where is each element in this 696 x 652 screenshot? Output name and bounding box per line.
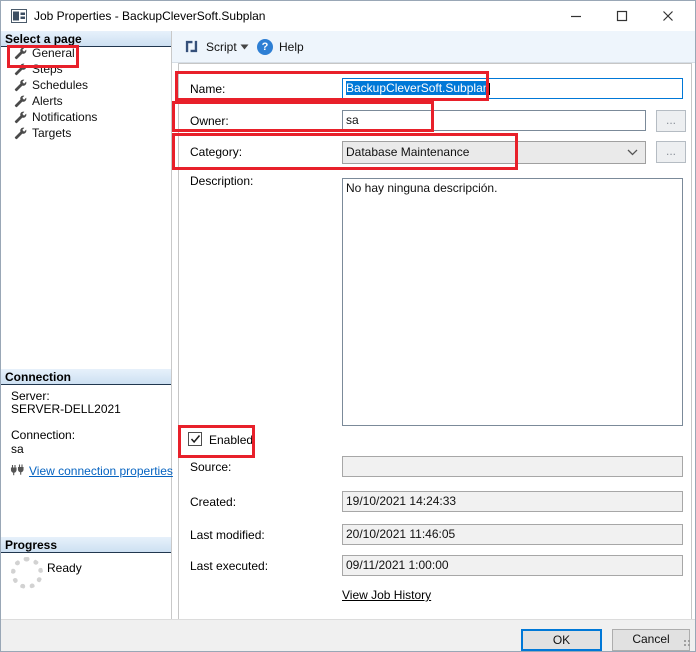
- sidebar-item-label: Steps: [32, 62, 63, 76]
- source-label: Source:: [190, 460, 231, 474]
- view-job-history-link[interactable]: View Job History: [342, 588, 431, 602]
- connection-label: Connection:: [11, 428, 75, 442]
- sidebar-item-general[interactable]: General: [1, 45, 169, 61]
- sidebar-item-steps[interactable]: Steps: [1, 61, 169, 77]
- enabled-label: Enabled: [209, 433, 253, 447]
- sidebar-item-alerts[interactable]: Alerts: [1, 93, 169, 109]
- owner-label: Owner:: [190, 114, 229, 128]
- category-label: Category:: [190, 145, 242, 159]
- maximize-icon: [616, 10, 628, 22]
- script-button[interactable]: Script: [184, 31, 237, 62]
- checkbox-check-icon: [190, 434, 201, 444]
- wrench-icon: [14, 95, 27, 108]
- toolbar: Script ? Help: [172, 31, 695, 63]
- last-modified-label: Last modified:: [190, 528, 265, 542]
- category-selected-value: Database Maintenance: [346, 145, 469, 159]
- progress-spinner-icon: [11, 557, 43, 589]
- window-title: Job Properties - BackupCleverSoft.Subpla…: [34, 9, 265, 23]
- view-connection-properties-link[interactable]: View connection properties: [29, 464, 173, 478]
- sidebar-divider: [171, 31, 172, 619]
- text-caret: [489, 83, 490, 95]
- last-executed-label: Last executed:: [190, 559, 268, 573]
- wrench-icon: [14, 63, 27, 76]
- sidebar-item-label: Notifications: [32, 110, 97, 124]
- script-icon: [184, 39, 199, 54]
- owner-browse-button[interactable]: ...: [656, 110, 686, 132]
- sidebar-item-label: Targets: [32, 126, 71, 140]
- minimize-icon: [570, 10, 582, 22]
- connection-plug-icon: [10, 464, 25, 477]
- progress-header: Progress: [1, 537, 171, 553]
- category-select[interactable]: Database Maintenance: [342, 141, 646, 164]
- help-button[interactable]: ? Help: [257, 31, 304, 62]
- last-executed-field: 09/11/2021 1:00:00: [342, 555, 683, 576]
- title-bar: Job Properties - BackupCleverSoft.Subpla…: [1, 1, 695, 31]
- sidebar-item-targets[interactable]: Targets: [1, 125, 169, 141]
- script-dropdown-button[interactable]: [240, 31, 249, 62]
- minimize-button[interactable]: [553, 1, 599, 31]
- server-label: Server:: [11, 389, 50, 403]
- name-input-selected-text: BackupCleverSoft.Subplan: [346, 81, 489, 95]
- connection-value: sa: [11, 442, 24, 456]
- source-field: [342, 456, 683, 477]
- name-label: Name:: [190, 82, 225, 96]
- script-label: Script: [206, 40, 237, 54]
- category-browse-button[interactable]: ...: [656, 141, 686, 163]
- job-properties-dialog: Job Properties - BackupCleverSoft.Subpla…: [0, 0, 696, 652]
- enabled-checkbox[interactable]: [188, 432, 202, 446]
- created-field: 19/10/2021 14:24:33: [342, 491, 683, 512]
- name-input[interactable]: BackupCleverSoft.Subplan: [342, 78, 683, 99]
- wrench-icon: [14, 127, 27, 140]
- wrench-icon: [14, 47, 27, 60]
- help-label: Help: [279, 40, 304, 54]
- description-textarea[interactable]: No hay ninguna descripción.: [342, 178, 683, 426]
- connection-header: Connection: [1, 369, 171, 385]
- maximize-button[interactable]: [599, 1, 645, 31]
- close-button[interactable]: [645, 1, 691, 31]
- cancel-button[interactable]: Cancel: [612, 629, 690, 651]
- sidebar-item-notifications[interactable]: Notifications: [1, 109, 169, 125]
- ok-button[interactable]: OK: [521, 629, 602, 651]
- progress-status: Ready: [47, 561, 82, 575]
- description-label: Description:: [190, 174, 253, 188]
- sidebar-item-label: General: [32, 46, 75, 60]
- wrench-icon: [14, 79, 27, 92]
- sidebar-item-schedules[interactable]: Schedules: [1, 77, 169, 93]
- close-icon: [662, 10, 674, 22]
- created-label: Created:: [190, 495, 236, 509]
- sidebar-item-label: Schedules: [32, 78, 88, 92]
- server-value: SERVER-DELL2021: [11, 402, 121, 416]
- resize-grip[interactable]: [684, 640, 692, 648]
- window-icon: [11, 9, 27, 23]
- wrench-icon: [14, 111, 27, 124]
- sidebar-item-label: Alerts: [32, 94, 63, 108]
- general-page-panel: Name: BackupCleverSoft.Subplan Owner: sa…: [178, 63, 692, 621]
- last-modified-field: 20/10/2021 11:46:05: [342, 524, 683, 545]
- chevron-down-icon: [240, 44, 249, 50]
- owner-input[interactable]: sa: [342, 110, 646, 131]
- help-icon: ?: [257, 39, 273, 55]
- combo-chevron-down-icon: [627, 149, 638, 156]
